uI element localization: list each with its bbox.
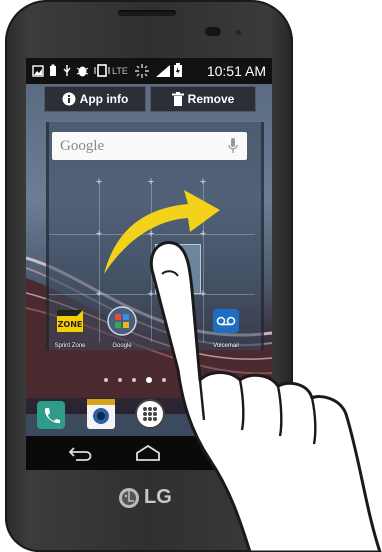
battery-icon [174,63,182,77]
trash-icon [171,92,184,106]
app-info-label: App info [79,92,129,106]
battery-notification-icon [50,64,56,76]
earpiece-speaker [118,10,176,16]
phone-icon[interactable] [36,400,66,430]
microphone-icon[interactable] [228,138,238,154]
app-info-button[interactable]: App info [44,86,146,112]
usb-icon [63,65,71,76]
app-sprint-zone[interactable]: ZONE Sprint Zone [48,306,92,349]
google-search-bar[interactable]: Google [52,132,247,160]
status-bar: LTE 10:51 AM [26,58,272,84]
status-time: 10:51 AM [206,63,266,79]
proximity-sensor [236,30,241,35]
lg-face-icon [119,487,139,508]
sprint-zone-icon: ZONE [57,310,83,332]
network-type-label: LTE [112,66,128,76]
app-label: Sprint Zone [54,343,86,349]
search-placeholder: Google [60,138,105,154]
app-label: Google [112,343,132,349]
app-google-folder[interactable]: Google [100,306,144,349]
vibrate-icon [94,64,110,77]
sprint-zone-icon-text: ZONE [58,320,83,329]
debug-bug-icon [76,66,89,77]
info-icon [62,92,76,106]
google-folder-icon [107,306,137,336]
remove-label: Remove [187,92,235,106]
data-activity-icon [135,64,149,78]
gallery-notification-icon [32,65,44,77]
remove-button[interactable]: Remove [150,86,256,112]
back-icon[interactable] [68,444,94,462]
front-camera [205,27,221,36]
pointing-hand-illustration [149,241,382,552]
signal-strength-icon [156,65,170,77]
camera-icon[interactable] [86,398,116,430]
